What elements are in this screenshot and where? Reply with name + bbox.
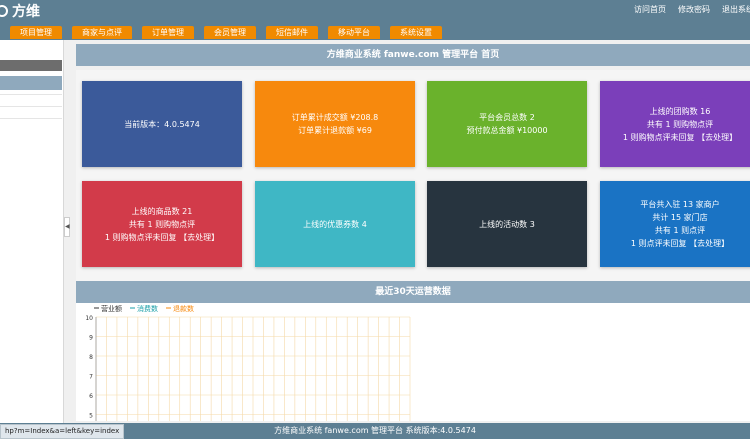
card-line: 共有 1 则购物点评 (646, 119, 714, 129)
card-events: 上线的活动数 3 (427, 181, 587, 267)
chart-area: 10987654营业额消费数退款数 (76, 303, 750, 439)
brand-name: 方维 (12, 4, 40, 20)
tab-order-management[interactable]: 订单管理 (142, 26, 194, 39)
y-tick-label: 5 (89, 413, 93, 420)
card-members: 平台会员总数 2 预付款总金额 ¥10000 (427, 81, 587, 167)
top-links: 访问首页 修改密码 退出系统 (622, 4, 750, 15)
card-line: 平台共入驻 13 家商户 (640, 200, 720, 209)
card-line: 上线的商品数 21 (131, 206, 193, 216)
y-tick-label: 9 (89, 335, 93, 342)
chart-title: 最近30天运营数据 (76, 281, 750, 303)
sidebar-active-item[interactable] (0, 76, 62, 90)
card-line: 订单累计成交额 ¥208.8 (291, 113, 379, 122)
browser-status-url: hp?m=Index&a=left&key=index (0, 424, 125, 439)
sidebar-divider (0, 118, 62, 119)
card-products: 上线的商品数 21 共有 1 则购物点评 1 则购物点评未回复 【去处理】 (82, 181, 242, 267)
card-order-sales: 订单累计成交额 ¥208.8 订单累计退款额 ¥69 (255, 81, 415, 167)
card-line: 共有 1 则购物点评 (128, 219, 196, 229)
top-bar: 方维 访问首页 修改密码 退出系统 项目管理 商家与点评 订单管理 会员管理 短… (0, 0, 750, 40)
page-title: 方维商业系统 fanwe.com 管理平台 首页 (76, 44, 750, 66)
legend-label: 营业额 (101, 304, 122, 313)
visit-home-link[interactable]: 访问首页 (634, 4, 666, 15)
tab-project-management[interactable]: 项目管理 (10, 26, 62, 39)
card-groupbuy: 上线的团购数 16 共有 1 则购物点评 1 则购物点评未回复 【去处理】 (600, 81, 750, 167)
card-line: 订单累计退款额 ¥69 (298, 126, 372, 135)
card-line[interactable]: 1 则点评未回复 【去处理】 (631, 237, 729, 250)
change-password-link[interactable]: 修改密码 (678, 4, 710, 15)
tab-system-settings[interactable]: 系统设置 (390, 26, 442, 39)
y-tick-label: 10 (85, 315, 93, 322)
card-line[interactable]: 1 则购物点评未回复 【去处理】 (105, 231, 219, 244)
card-line: 共有 1 则点评 (654, 226, 706, 235)
card-line: 预付款总金额 ¥10000 (466, 126, 548, 135)
y-tick-label: 7 (89, 374, 93, 381)
card-line: 上线的团购数 16 (649, 106, 711, 116)
y-tick-label: 6 (89, 393, 93, 400)
card-merchants: 平台共入驻 13 家商户 共计 15 家门店 共有 1 则点评 1 则点评未回复 【去… (600, 181, 750, 267)
stats-cards: 当前版本：4.0.5474 订单累计成交额 ¥208.8 订单累计退款额 ¥69 … (76, 70, 750, 314)
sidebar-divider (0, 94, 62, 95)
card-line[interactable]: 1 则购物点评未回复 【去处理】 (623, 131, 737, 144)
tab-merchants-reviews[interactable]: 商家与点评 (72, 26, 132, 39)
card-line: 平台会员总数 2 (479, 113, 535, 122)
card-line: 上线的活动数 3 (479, 219, 535, 229)
operations-chart: 10987654营业额消费数退款数 (85, 304, 411, 439)
logo-icon (0, 5, 8, 17)
y-tick-label: 8 (89, 354, 93, 361)
card-line: 共计 15 家门店 (652, 213, 708, 222)
card-line: 上线的优惠券数 4 (303, 219, 367, 229)
main-nav: 项目管理 商家与点评 订单管理 会员管理 短信邮件 移动平台 系统设置 (10, 26, 452, 39)
left-sidebar (0, 40, 64, 439)
tab-mobile-platform[interactable]: 移动平台 (328, 26, 380, 39)
card-version: 当前版本：4.0.5474 (82, 81, 242, 167)
card-coupons: 上线的优惠券数 4 (255, 181, 415, 267)
legend-label: 退款数 (173, 304, 194, 313)
sidebar-divider (0, 106, 62, 107)
tab-member-management[interactable]: 会员管理 (204, 26, 256, 39)
card-line: 当前版本：4.0.5474 (124, 119, 200, 129)
sidebar-collapse-handle[interactable]: ◀ (64, 217, 70, 237)
logo: 方维 (0, 1, 40, 21)
logout-link[interactable]: 退出系统 (722, 4, 750, 15)
tab-sms-email[interactable]: 短信邮件 (266, 26, 318, 39)
sidebar-section-header[interactable] (0, 60, 62, 71)
legend-label: 消费数 (137, 304, 158, 313)
